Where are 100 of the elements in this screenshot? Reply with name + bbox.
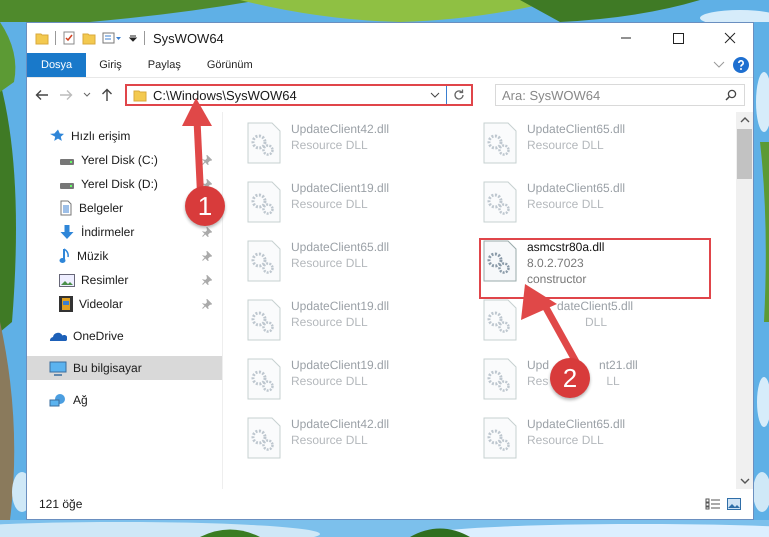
nav-item[interactable]: Hızlı erişim: [27, 124, 222, 148]
nav-label: Yerel Disk (C:): [81, 153, 158, 167]
pin-icon[interactable]: [202, 155, 212, 165]
nav-label: OneDrive: [73, 329, 124, 343]
network-globe-icon: [49, 392, 67, 408]
music-note-icon: [59, 248, 71, 264]
gear-file-icon[interactable]: [247, 240, 281, 282]
nav-label: Yerel Disk (D:): [81, 177, 158, 191]
folder-icon: [133, 88, 147, 102]
file-detail: Resource DLL: [527, 197, 604, 211]
nav-label: İndirmeler: [81, 225, 134, 239]
gear-file-icon[interactable]: [483, 299, 517, 341]
file-name: UpdateClient65.dll: [291, 240, 390, 254]
monitor-icon: [49, 360, 67, 376]
window-title: SysWOW64: [153, 30, 224, 46]
search-field[interactable]: Ara: SysWOW64: [495, 84, 745, 106]
star-icon: [49, 129, 65, 143]
image-icon: [59, 274, 75, 286]
ribbon-tab[interactable]: Paylaş: [134, 53, 194, 77]
scrollbar-thumb[interactable]: [737, 129, 752, 179]
nav-item[interactable]: Yerel Disk (D:): [59, 172, 158, 196]
checklist-icon[interactable]: [62, 31, 76, 45]
folder-icon[interactable]: [82, 31, 96, 45]
file-detail: constructor: [527, 272, 586, 286]
file-name: nt21.dll: [599, 358, 638, 372]
back-arrow-icon[interactable]: [35, 89, 49, 101]
file-name: UpdateClient19.dll: [291, 358, 390, 372]
file-detail: DLL: [585, 315, 608, 329]
file-name: asmcstr80a.dll: [527, 240, 604, 254]
search-icon: [725, 89, 737, 101]
details-view-icon[interactable]: [705, 498, 721, 510]
nav-label: Resimler: [81, 273, 128, 287]
properties-icon[interactable]: [102, 31, 122, 45]
item-count: 121 öğe: [39, 497, 82, 511]
file-detail: LL: [606, 374, 620, 388]
nav-item[interactable]: Belgeler: [59, 196, 124, 220]
file-detail: Res: [527, 374, 548, 388]
file-detail: Resource DLL: [291, 197, 368, 211]
ribbon-tab[interactable]: Giriş: [86, 53, 135, 77]
chevron-down-icon[interactable]: [83, 92, 91, 98]
file-name: UpdateClient42.dll: [291, 417, 390, 431]
file-name: UpdateClient65.dll: [527, 122, 626, 136]
file-name: UpdateClient65.dll: [527, 181, 626, 195]
gear-file-icon[interactable]: [247, 358, 281, 400]
nav-label: Ağ: [73, 393, 88, 407]
file-detail: Resource DLL: [291, 315, 368, 329]
address-path: C:\Windows\SysWOW64: [153, 88, 297, 102]
file-detail: Resource DLL: [291, 374, 368, 388]
refresh-icon[interactable]: [453, 89, 465, 101]
nav-item[interactable]: Videolar: [59, 292, 123, 316]
down-arrow-icon: [59, 224, 75, 240]
gear-file-icon[interactable]: [247, 181, 281, 223]
file-detail: 8.0.2.7023: [527, 256, 584, 270]
nav-item[interactable]: İndirmeler: [59, 220, 134, 244]
gear-file-icon[interactable]: [247, 299, 281, 341]
file-detail: Resource DLL: [527, 433, 604, 447]
pin-icon[interactable]: [202, 227, 212, 237]
nav-item[interactable]: OneDrive: [27, 324, 222, 348]
file-detail: Resource DLL: [291, 138, 368, 152]
folder-icon[interactable]: [35, 31, 49, 45]
ribbon-tab[interactable]: Görünüm: [194, 53, 266, 77]
cloud-icon: [49, 330, 67, 342]
film-icon: [59, 296, 73, 312]
nav-item[interactable]: Ağ: [27, 388, 222, 412]
nav-item[interactable]: Yerel Disk (C:): [59, 148, 158, 172]
file-detail: Resource DLL: [527, 138, 604, 152]
nav-item[interactable]: Resimler: [59, 268, 128, 292]
pin-icon[interactable]: [202, 251, 212, 261]
gear-file-icon[interactable]: [483, 181, 517, 223]
pin-icon[interactable]: [202, 299, 212, 309]
nav-item[interactable]: Müzik: [59, 244, 108, 268]
gear-file-icon[interactable]: [483, 122, 517, 164]
ribbon-tab[interactable]: Dosya: [27, 53, 86, 77]
file-name: Upd: [527, 358, 550, 372]
file-name: UpdateClient42.dll: [291, 122, 390, 136]
file-name: UpdateClient65.dll: [527, 417, 626, 431]
file-name: UpdateClient19.dll: [291, 181, 390, 195]
up-arrow-icon[interactable]: [101, 88, 113, 102]
forward-arrow-icon[interactable]: [59, 89, 73, 101]
gear-file-icon[interactable]: [247, 417, 281, 459]
chevron-down-icon[interactable]: [740, 478, 750, 485]
file-detail: Resource DLL: [291, 433, 368, 447]
file-name: dateClient5.dll: [557, 299, 634, 313]
gear-file-icon[interactable]: [247, 122, 281, 164]
chevron-up-icon[interactable]: [740, 116, 750, 123]
gear-file-icon[interactable]: [483, 358, 517, 400]
gear-file-icon[interactable]: [483, 240, 517, 282]
file-detail: Resource DLL: [291, 256, 368, 270]
large-icons-view-icon[interactable]: [727, 498, 741, 510]
gear-file-icon[interactable]: [483, 417, 517, 459]
nav-item[interactable]: Bu bilgisayar: [27, 356, 222, 380]
file-name: UpdateClient19.dll: [291, 299, 390, 313]
chevron-down-icon[interactable]: [430, 92, 440, 98]
nav-label: Belgeler: [79, 201, 124, 215]
nav-label: Hızlı erişim: [71, 129, 130, 143]
address-bar[interactable]: C:\Windows\SysWOW64: [125, 84, 473, 106]
nav-label: Bu bilgisayar: [73, 361, 142, 375]
pin-icon[interactable]: [202, 275, 212, 285]
document-icon: [59, 200, 73, 216]
help-icon[interactable]: [733, 57, 749, 73]
